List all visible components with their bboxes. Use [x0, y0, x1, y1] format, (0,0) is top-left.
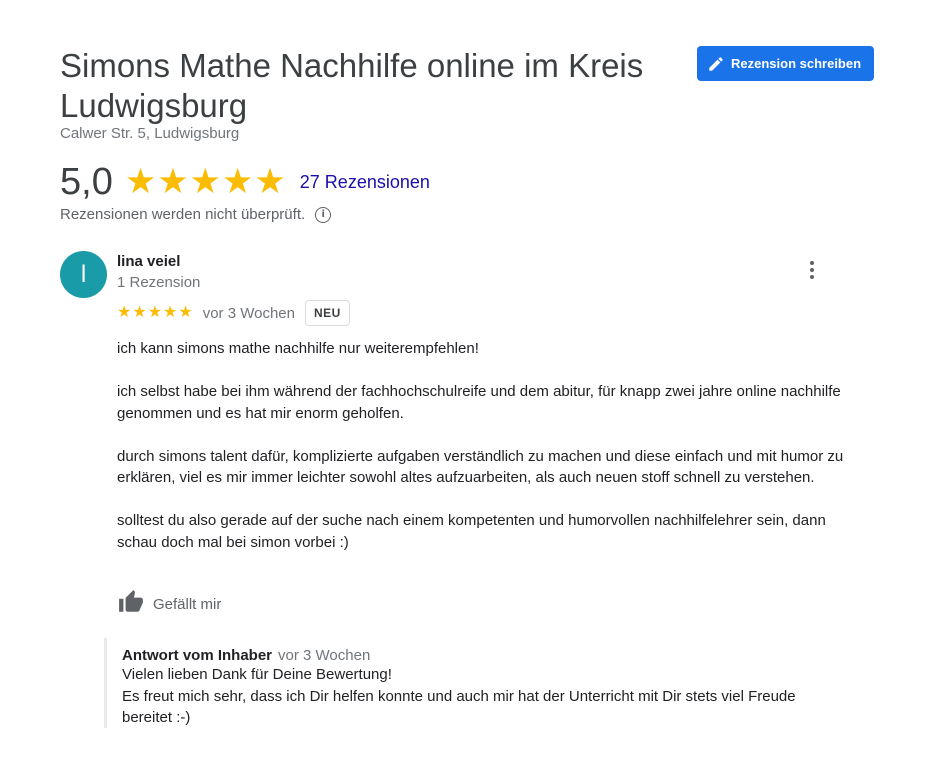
review-time: vor 3 Wochen	[202, 304, 295, 322]
write-review-button[interactable]: Rezension schreiben	[697, 46, 874, 81]
review-paragraph: ich kann simons mathe nachhilfe nur weit…	[117, 340, 479, 357]
review-meta: ★ ★ ★ ★ ★ vor 3 Wochen NEU	[117, 300, 350, 326]
review-stars: ★ ★ ★ ★ ★	[117, 304, 193, 322]
rating-stars: ★ ★ ★ ★ ★	[125, 162, 286, 202]
owner-reply: Antwort vom Inhaber vor 3 Wochen Vielen …	[104, 638, 844, 728]
owner-reply-text: Vielen lieben Dank für Deine Bewertung! …	[122, 664, 844, 729]
star-icon: ★	[117, 304, 132, 321]
owner-reply-time: vor 3 Wochen	[278, 647, 371, 664]
like-label: Gefällt mir	[153, 596, 222, 613]
owner-reply-label: Antwort vom Inhaber	[122, 647, 273, 664]
write-review-label: Rezension schreiben	[731, 56, 862, 71]
not-verified-note: Rezensionen werden nicht überprüft. i	[60, 206, 332, 223]
review-paragraph: solltest du also gerade auf der suche na…	[117, 512, 826, 551]
star-icon: ★	[222, 162, 254, 201]
thumbs-up-icon	[117, 589, 145, 620]
new-badge: NEU	[305, 300, 350, 326]
avatar[interactable]: l	[60, 251, 107, 298]
star-icon: ★	[189, 162, 221, 201]
star-icon: ★	[178, 304, 193, 321]
place-address: Calwer Str. 5, Ludwigsburg	[60, 125, 240, 142]
not-verified-text: Rezensionen werden nicht überprüft.	[60, 206, 306, 223]
star-icon: ★	[254, 162, 286, 201]
page-title: Simons Mathe Nachhilfe online im Kreis L…	[60, 47, 644, 124]
like-button[interactable]: Gefällt mir	[117, 589, 221, 620]
reviewer-review-count: 1 Rezension	[117, 274, 201, 291]
average-rating: 5,0	[60, 161, 113, 203]
star-icon: ★	[157, 162, 189, 201]
star-icon: ★	[132, 304, 147, 321]
rating-summary: 5,0 ★ ★ ★ ★ ★ 27 Rezensionen	[60, 160, 430, 204]
star-icon: ★	[163, 304, 178, 321]
reviewer-name[interactable]: lina veiel	[117, 253, 180, 270]
review-text: ich kann simons mathe nachhilfe nur weit…	[117, 338, 847, 575]
star-icon: ★	[147, 304, 163, 321]
owner-reply-line: Vielen lieben Dank für Deine Bewertung!	[122, 666, 392, 683]
pencil-icon	[707, 55, 725, 73]
more-options-icon[interactable]	[801, 258, 823, 282]
review-paragraph: durch simons talent dafür, komplizierte …	[117, 447, 844, 487]
star-icon: ★	[124, 162, 157, 201]
owner-reply-line: Es freut mich sehr, dass ich Dir helfen …	[122, 687, 796, 727]
review-count-link[interactable]: 27 Rezensionen	[300, 172, 430, 193]
review-paragraph: ich selbst habe bei ihm während der fach…	[117, 383, 841, 422]
info-icon[interactable]: i	[315, 206, 332, 223]
